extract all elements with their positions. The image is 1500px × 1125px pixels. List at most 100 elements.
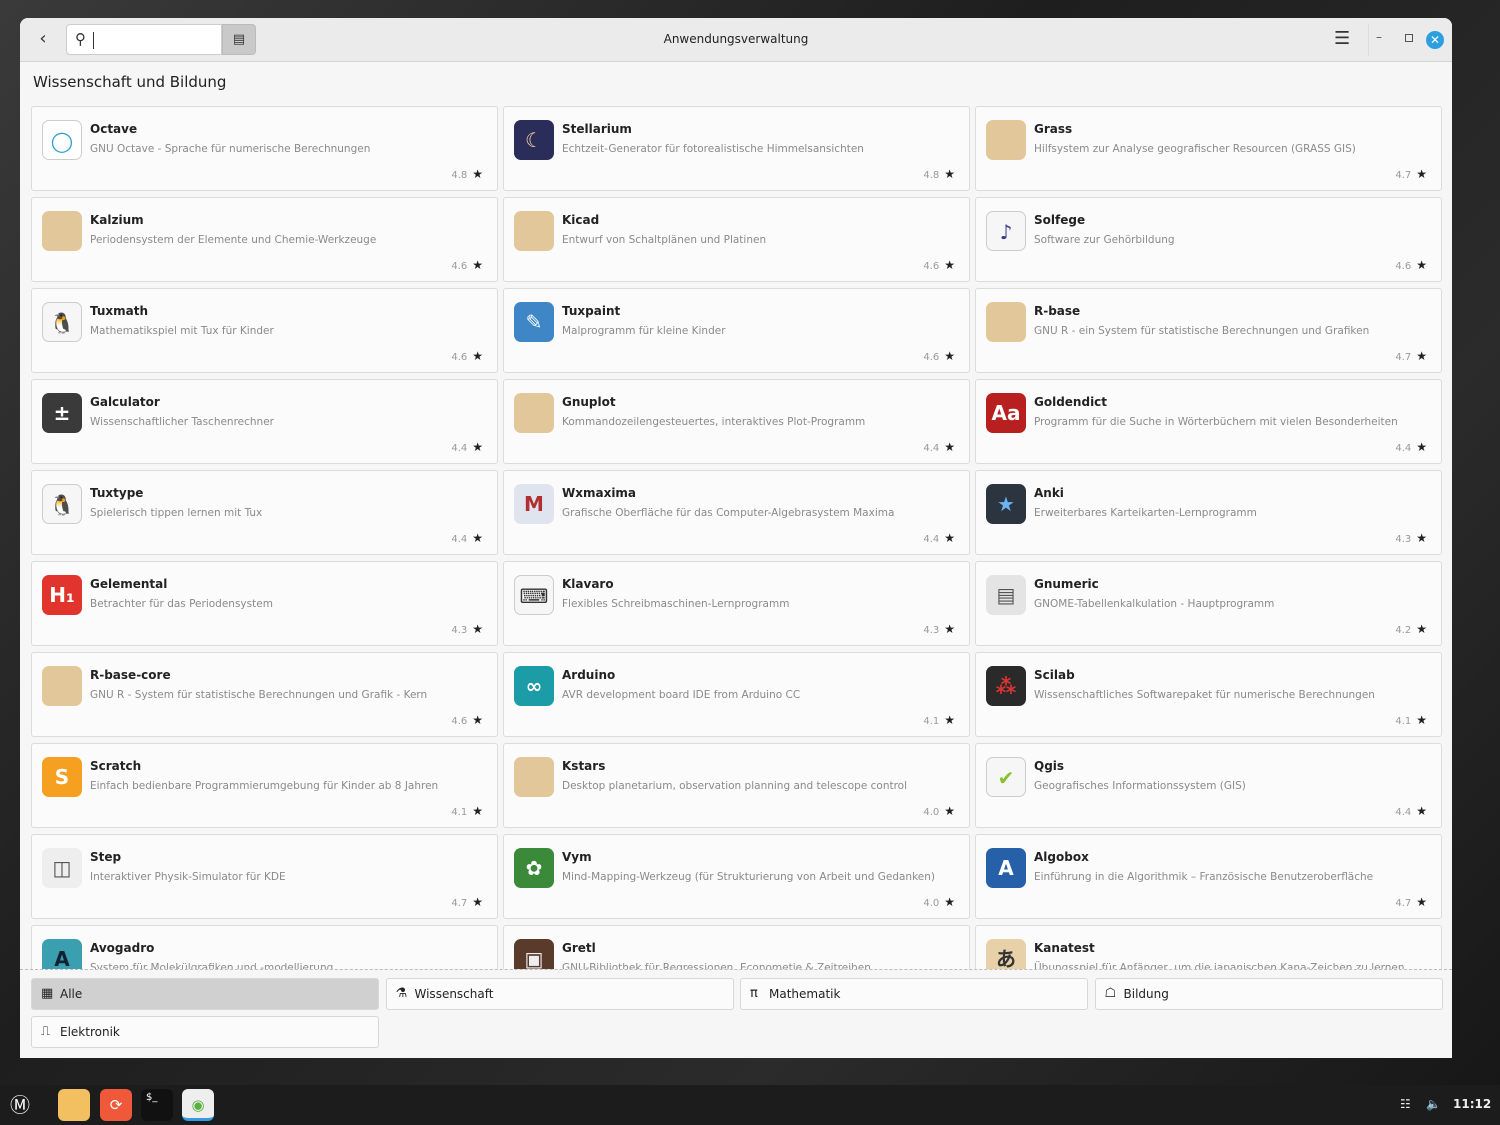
app-rating: 4.8 ★ [451,167,483,181]
app-card[interactable]: S Scratch Einfach bedienbare Programmier… [31,743,498,828]
app-card[interactable]: Kstars Desktop planetarium, observation … [503,743,970,828]
app-description: Spielerisch tippen lernen mit Tux [90,507,263,519]
app-name: Klavaro [562,577,614,591]
app-card[interactable]: ◯ Octave GNU Octave - Sprache für numeri… [31,106,498,191]
gnumeric-icon: ▤ [986,575,1026,615]
app-description: Mind-Mapping-Werkzeug (für Strukturierun… [562,871,936,883]
app-card[interactable]: R-base GNU R - ein System für statistisc… [975,288,1442,373]
app-rating: 4.7 ★ [1395,167,1427,181]
window-title: Anwendungsverwaltung [663,32,809,46]
star-icon: ★ [472,622,483,636]
hamburger-menu-icon[interactable]: ☰ [1334,28,1350,49]
app-description: Echtzeit-Generator für fotorealistische … [562,143,864,155]
app-rating: 4.7 ★ [451,895,483,909]
app-rating: 4.4 ★ [1395,804,1427,818]
package-icon [986,302,1026,342]
category-bildung[interactable]: ☖ Bildung [1094,978,1443,1010]
terminal-icon[interactable]: $_ [141,1089,173,1121]
app-card[interactable]: A Algobox Einführung in die Algorithmik … [975,834,1442,919]
firefox-icon[interactable]: ⟳ [100,1089,132,1121]
app-card[interactable]: A Avogadro System für Molekülgrafiken un… [31,925,498,970]
rating-value: 4.6 [923,261,940,272]
rating-value: 4.6 [451,352,468,363]
app-card[interactable]: R-base-core GNU R - System für statistis… [31,652,498,737]
app-card[interactable]: ◫ Step Interaktiver Physik-Simulator für… [31,834,498,919]
maximize-button[interactable] [1405,34,1413,42]
app-card[interactable]: ⁂ Scilab Wissenschaftliches Softwarepake… [975,652,1442,737]
app-name: Vym [562,850,592,864]
rating-value: 4.4 [451,443,468,454]
app-card[interactable]: ♪ Solfege Software zur Gehörbildung 4.6 ★ [975,197,1442,282]
app-rating: 4.1 ★ [923,713,955,727]
app-name: Scratch [90,759,142,773]
tuxpaint-icon: ✎ [514,302,554,342]
category-label: Elektronik [60,1025,120,1039]
app-name: Octave [90,122,138,136]
app-name: Kicad [562,213,600,227]
app-name: Solfege [1034,213,1086,227]
app-name: Algobox [1034,850,1089,864]
clock[interactable]: 11:12 [1453,1097,1491,1111]
app-rating: 4.6 ★ [923,349,955,363]
app-card[interactable]: H₁ Gelemental Betrachter für das Periode… [31,561,498,646]
app-card[interactable]: ✿ Vym Mind-Mapping-Werkzeug (für Struktu… [503,834,970,919]
app-description: System für Molekülgrafiken und -modellie… [90,962,334,970]
category-icon: ▦ [41,986,54,1001]
app-card[interactable]: ± Galculator Wissenschaftlicher Taschenr… [31,379,498,464]
app-card[interactable]: ☾ Stellarium Echtzeit-Generator für foto… [503,106,970,191]
scilab-icon: ⁂ [986,666,1026,706]
rating-value: 4.0 [923,898,940,909]
app-name: Kanatest [1034,941,1095,955]
package-icon [514,211,554,251]
app-card[interactable]: ✔ Qgis Geografisches Informationssystem … [975,743,1442,828]
app-card[interactable]: ∞ Arduino AVR development board IDE from… [503,652,970,737]
volume-icon[interactable]: 🔈 [1426,1097,1441,1111]
star-icon: ★ [472,167,483,181]
rating-value: 4.8 [923,170,940,181]
category-label: Alle [60,987,83,1001]
app-card[interactable]: Gnuplot Kommandozeilengesteuertes, inter… [503,379,970,464]
rating-value: 4.3 [1395,534,1412,545]
rating-value: 4.4 [923,534,940,545]
app-name: Kalzium [90,213,144,227]
category-label: Bildung [1123,987,1169,1001]
app-rating: 4.1 ★ [451,804,483,818]
app-card[interactable]: 🐧 Tuxtype Spielerisch tippen lernen mit … [31,470,498,555]
app-card[interactable]: Kalzium Periodensystem der Elemente und … [31,197,498,282]
tuxtype-icon: 🐧 [42,484,82,524]
app-rating: 4.4 ★ [451,531,483,545]
category-wissenschaft[interactable]: ⚗ Wissenschaft [385,978,734,1010]
app-card[interactable]: ⌨ Klavaro Flexibles Schreibmaschinen-Ler… [503,561,970,646]
category-alle[interactable]: ▦ Alle [31,978,379,1010]
rating-value: 4.7 [1395,898,1412,909]
app-card[interactable]: Kicad Entwurf von Schaltplänen und Plati… [503,197,970,282]
app-rating: 4.6 ★ [451,258,483,272]
app-card[interactable]: 🐧 Tuxmath Mathematikspiel mit Tux für Ki… [31,288,498,373]
app-description: Periodensystem der Elemente und Chemie-W… [90,234,377,246]
files-icon[interactable] [58,1089,90,1121]
star-icon: ★ [1416,531,1427,545]
close-button[interactable]: ✕ [1426,31,1444,49]
app-grid[interactable]: ◯ Octave GNU Octave - Sprache für numeri… [20,102,1452,970]
octave-icon: ◯ [42,120,82,160]
package-icon [514,393,554,433]
algobox-icon: A [986,848,1026,888]
app-card[interactable]: ★ Anki Erweiterbares Karteikarten-Lernpr… [975,470,1442,555]
app-card[interactable]: あ Kanatest Übungsspiel für Anfänger, um … [975,925,1442,969]
network-icon[interactable]: ☷ [1400,1097,1411,1111]
category-mathematik[interactable]: π Mathematik [740,978,1088,1010]
star-icon: ★ [472,895,483,909]
app-card[interactable]: Aa Goldendict Programm für die Suche in … [975,379,1442,464]
software-manager-icon[interactable]: ◉ [182,1089,214,1121]
category-elektronik[interactable]: ⎍ Elektronik [31,1016,379,1048]
app-card[interactable]: Grass Hilfsystem zur Analyse geografisch… [975,106,1442,191]
app-card[interactable]: ✎ Tuxpaint Malprogramm für kleine Kinder… [503,288,970,373]
minimize-button[interactable]: – [1376,30,1382,44]
app-card[interactable]: ▣ Gretl GNU-Bibliothek für Regressionen,… [503,925,970,969]
app-card[interactable]: ▤ Gnumeric GNOME-Tabellenkalkulation - H… [975,561,1442,646]
app-card[interactable]: M Wxmaxima Grafische Oberfläche für das … [503,470,970,555]
rating-value: 4.4 [1395,443,1412,454]
rating-value: 4.6 [1395,261,1412,272]
mint-menu-icon[interactable]: Ⓜ [4,1089,36,1121]
app-name: Stellarium [562,122,632,136]
